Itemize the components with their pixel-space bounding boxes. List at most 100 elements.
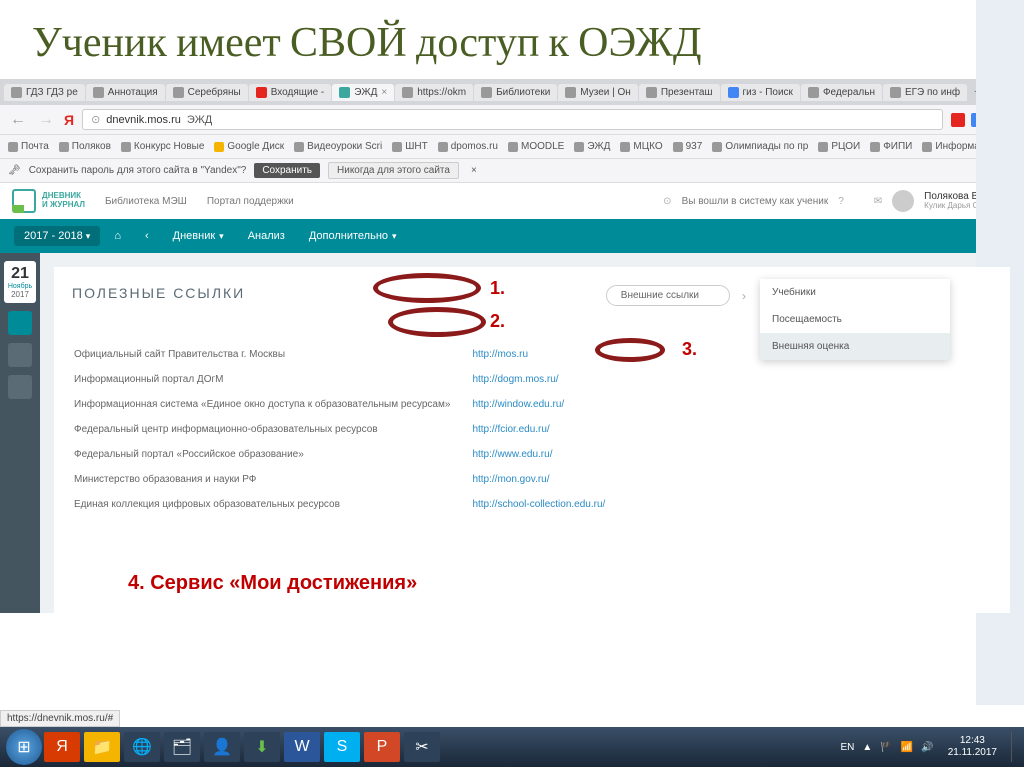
chevron-right-icon: › [742, 289, 746, 303]
app-nav: 2017 - 2018 ▾ ⌂ ‹ Дневник ▾ Анализ Допол… [0, 219, 1024, 253]
external-links-pill[interactable]: Внешние ссылки [606, 285, 730, 306]
link[interactable]: http://dogm.mos.ru/ [472, 374, 558, 385]
save-password-bar: 🗝 Сохранить пароль для этого сайта в "Ya… [0, 159, 1024, 183]
never-save-button[interactable]: Никогда для этого сайта [328, 162, 459, 179]
app-logo[interactable]: ДНЕВНИКИ ЖУРНАЛ [12, 189, 85, 213]
links-table: Официальный сайт Правительства г. Москвы… [72, 341, 627, 518]
start-button[interactable]: ⊞ [6, 729, 42, 765]
tab[interactable]: Серебряны [166, 84, 248, 101]
link[interactable]: http://fcior.edu.ru/ [472, 424, 549, 435]
dropdown-item[interactable]: Учебники [760, 279, 950, 306]
app-header: ДНЕВНИКИ ЖУРНАЛ Библиотека МЭШ Портал по… [0, 183, 1024, 219]
lock-icon: ⊙ [91, 113, 100, 126]
tray-icon[interactable]: ▲ [862, 742, 872, 753]
tab[interactable]: Аннотация [86, 84, 165, 101]
dropdown-item[interactable]: Посещаемость [760, 306, 950, 333]
yandex-logo[interactable]: Я [64, 112, 74, 128]
bookmark[interactable]: ШНТ [392, 141, 428, 152]
avatar[interactable] [892, 190, 914, 212]
taskbar-app[interactable]: 🗂 [164, 732, 200, 762]
sound-icon[interactable]: 🔊 [921, 742, 933, 753]
close-icon[interactable]: × [381, 87, 387, 98]
bookmark[interactable]: Google Диск [214, 141, 284, 152]
nav-analysis[interactable]: Анализ [238, 230, 295, 242]
status-bar-url: https://dnevnik.mos.ru/# [0, 710, 120, 727]
forward-icon[interactable]: → [36, 111, 56, 129]
taskbar-app[interactable]: P [364, 732, 400, 762]
nav-diary[interactable]: Дневник ▾ [163, 230, 234, 242]
extension-icon[interactable] [951, 113, 965, 127]
link[interactable]: http://mos.ru [472, 349, 528, 360]
bookmark[interactable]: Видеоуроки Scri [294, 141, 382, 152]
table-row: Информационная система «Единое окно дост… [74, 393, 625, 416]
annotation-label: 1. [490, 278, 505, 299]
url-input[interactable]: ⊙ dnevnik.mos.ru ЭЖД [82, 109, 942, 130]
link[interactable]: http://window.edu.ru/ [472, 399, 564, 410]
tab-active[interactable]: ЭЖД× [332, 84, 394, 101]
show-desktop[interactable] [1011, 732, 1018, 762]
taskbar-app[interactable]: 📁 [84, 732, 120, 762]
favicon-icon [481, 87, 492, 98]
nav-library[interactable]: Библиотека МЭШ [105, 196, 187, 207]
nav-support[interactable]: Портал поддержки [207, 196, 294, 207]
network-icon[interactable]: 📶 [901, 742, 913, 753]
link[interactable]: http://mon.gov.ru/ [472, 474, 549, 485]
rail-icon[interactable] [8, 375, 32, 399]
tab[interactable]: гиз - Поиск [721, 84, 800, 101]
tab[interactable]: https://okm [395, 84, 473, 101]
help-icon[interactable]: ? [838, 196, 844, 207]
lang-indicator[interactable]: EN [841, 742, 855, 753]
nav-back[interactable]: ‹ [135, 230, 159, 242]
bookmark[interactable]: MOODLE [508, 141, 564, 152]
bookmark[interactable]: dpomos.ru [438, 141, 498, 152]
rail-icon[interactable] [8, 343, 32, 367]
tab[interactable]: Федеральн [801, 84, 882, 101]
calendar-widget[interactable]: 21 Ноябрь 2017 [4, 261, 36, 303]
bookmark[interactable]: ЭЖД [574, 141, 610, 152]
bookmark[interactable]: Конкурс Новые [121, 141, 204, 152]
taskbar-app[interactable]: ✂ [404, 732, 440, 762]
taskbar-app[interactable]: Я [44, 732, 80, 762]
dropdown-item-selected[interactable]: Внешняя оценка [760, 333, 950, 360]
mail-icon[interactable]: ✉ [874, 196, 882, 207]
rail-icon[interactable] [8, 311, 32, 335]
nav-extra[interactable]: Дополнительно ▾ [299, 230, 407, 242]
dropdown-menu: Учебники Посещаемость Внешняя оценка [760, 279, 950, 360]
clock[interactable]: 12:43 21.11.2017 [942, 735, 1003, 759]
back-icon[interactable]: ← [8, 111, 28, 129]
bookmark[interactable]: Олимпиады по пр [712, 141, 808, 152]
table-row: Официальный сайт Правительства г. Москвы… [74, 343, 625, 366]
bookmark[interactable]: МЦКО [620, 141, 662, 152]
taskbar-app[interactable]: 🌐 [124, 732, 160, 762]
bookmark[interactable]: 937 [673, 141, 703, 152]
table-row: Единая коллекция цифровых образовательны… [74, 493, 625, 516]
annotation-label: 2. [490, 311, 505, 332]
annotation-label: 3. [682, 339, 697, 360]
bookmark[interactable]: РЦОИ [818, 141, 860, 152]
nav-home-icon[interactable]: ⌂ [104, 230, 131, 242]
taskbar-app[interactable]: ⬇ [244, 732, 280, 762]
login-status: Вы вошли в систему как ученик [682, 196, 829, 207]
tab[interactable]: Музеи | Он [558, 84, 638, 101]
taskbar-app[interactable]: W [284, 732, 320, 762]
taskbar-app[interactable]: S [324, 732, 360, 762]
flag-icon[interactable]: 🏴 [880, 742, 892, 753]
save-password-button[interactable]: Сохранить [254, 163, 320, 178]
close-icon[interactable]: × [471, 165, 477, 176]
link[interactable]: http://www.edu.ru/ [472, 449, 552, 460]
tab[interactable]: ЕГЭ по инф [883, 84, 967, 101]
info-icon: ⊙ [663, 196, 671, 207]
favicon-icon [646, 87, 657, 98]
tab[interactable]: ГДЗ ГДЗ ре [4, 84, 85, 101]
bookmarks-bar: Почта Поляков Конкурс Новые Google Диск … [0, 135, 1024, 159]
bookmark[interactable]: Поляков [59, 141, 111, 152]
bookmark[interactable]: ФИПИ [870, 141, 912, 152]
year-selector[interactable]: 2017 - 2018 ▾ [14, 226, 100, 246]
tab[interactable]: Презенташ [639, 84, 720, 101]
favicon-icon [93, 87, 104, 98]
tab[interactable]: Входящие - [249, 84, 332, 101]
tab[interactable]: Библиотеки [474, 84, 557, 101]
link[interactable]: http://school-collection.edu.ru/ [472, 499, 605, 510]
bookmark[interactable]: Почта [8, 141, 49, 152]
taskbar-app[interactable]: 👤 [204, 732, 240, 762]
